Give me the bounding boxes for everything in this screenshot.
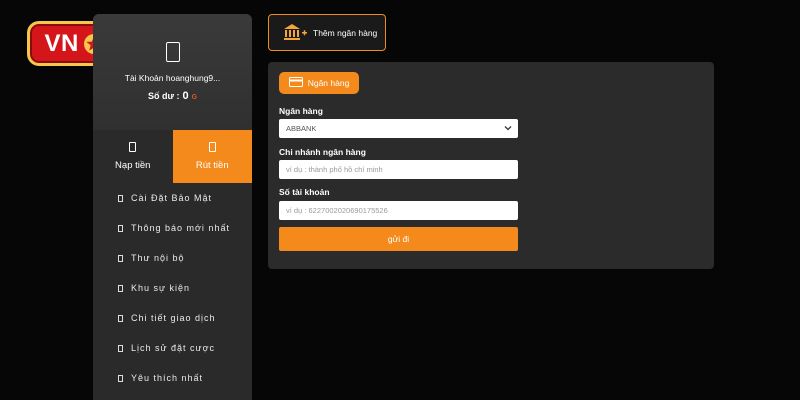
bank-label: Ngân hàng xyxy=(279,106,323,116)
sidebar-item-favorites[interactable]: Yêu thích nhất xyxy=(93,363,252,393)
tab-bank[interactable]: Ngân hàng xyxy=(279,72,359,94)
balance-currency: G xyxy=(191,94,198,101)
branch-label: Chi nhánh ngân hàng xyxy=(279,147,366,157)
wallet-tabs: Nạp tiền Rút tiền xyxy=(93,130,252,183)
sidebar-item-label: Chi tiết giao dịch xyxy=(131,313,216,323)
branch-placeholder: ví dụ : thành phố hồ chí minh xyxy=(286,165,383,174)
mail-icon xyxy=(118,254,123,262)
sidebar-item-inbox[interactable]: Thư nội bộ xyxy=(93,243,252,273)
sidebar-menu: Cài Đặt Bảo Mật Thông báo mới nhất Thư n… xyxy=(93,183,252,393)
add-bank-label: Thêm ngân hàng xyxy=(313,27,378,38)
bank-form-panel: Ngân hàng Ngân hàng ABBANK Chi nhánh ngâ… xyxy=(268,62,714,269)
sidebar-item-label: Thư nội bộ xyxy=(131,253,185,263)
balance: Số dư : 0 G xyxy=(148,90,197,102)
sidebar-item-security[interactable]: Cài Đặt Bảo Mật xyxy=(93,183,252,213)
sidebar-item-label: Cài Đặt Bảo Mật xyxy=(131,193,213,203)
account-name: Tài Khoản hoanghung9... xyxy=(124,73,221,83)
deposit-icon xyxy=(129,142,137,152)
security-icon xyxy=(118,194,123,202)
card-icon xyxy=(288,77,303,89)
branch-input[interactable]: ví dụ : thành phố hồ chí minh xyxy=(279,160,518,179)
sidebar-item-label: Thông báo mới nhất xyxy=(131,223,230,233)
tab-withdraw[interactable]: Rút tiền xyxy=(172,130,252,183)
logo-left-text: VN xyxy=(44,29,79,57)
sidebar-item-bet-history[interactable]: Lịch sử đặt cược xyxy=(93,333,252,363)
bank-select[interactable]: ABBANK xyxy=(279,119,518,138)
account-number-placeholder: ví dụ : 6227002020690175526 xyxy=(286,206,388,215)
balance-label: Số dư : xyxy=(147,91,180,101)
profile-card: Tài Khoản hoanghung9... Số dư : 0 G xyxy=(93,14,252,130)
account-sidebar: Tài Khoản hoanghung9... Số dư : 0 G Nạp … xyxy=(93,14,252,400)
chevron-down-icon xyxy=(504,124,512,134)
balance-value: 0 xyxy=(182,90,189,102)
tab-deposit-label: Nạp tiền xyxy=(115,160,151,171)
bank-plus-icon xyxy=(283,23,307,43)
sidebar-item-label: Khu sự kiện xyxy=(131,283,191,293)
tab-deposit[interactable]: Nạp tiền xyxy=(93,130,173,183)
sidebar-item-label: Lịch sử đặt cược xyxy=(131,343,215,353)
sidebar-item-label: Yêu thích nhất xyxy=(131,373,204,383)
sidebar-item-events[interactable]: Khu sự kiện xyxy=(93,273,252,303)
tab-withdraw-label: Rút tiền xyxy=(195,160,229,171)
account-number-input[interactable]: ví dụ : 6227002020690175526 xyxy=(279,201,518,220)
phone-icon xyxy=(165,42,180,62)
page: VN 88 Tài Khoản hoanghung9... Số dư : 0 … xyxy=(0,0,800,400)
tab-bank-label: Ngân hàng xyxy=(307,78,350,88)
account-number-label: Số tài khoản xyxy=(279,187,330,197)
sidebar-item-transactions[interactable]: Chi tiết giao dịch xyxy=(93,303,252,333)
transaction-icon xyxy=(118,314,123,322)
notification-icon xyxy=(118,224,123,232)
withdraw-icon xyxy=(208,142,216,152)
add-bank-button[interactable]: Thêm ngân hàng xyxy=(268,14,386,51)
history-icon xyxy=(118,344,123,352)
event-icon xyxy=(118,284,123,292)
bank-select-value: ABBANK xyxy=(286,124,317,133)
favorite-icon xyxy=(118,374,123,382)
submit-button[interactable]: gửi đi xyxy=(279,227,518,251)
sidebar-item-notifications[interactable]: Thông báo mới nhất xyxy=(93,213,252,243)
